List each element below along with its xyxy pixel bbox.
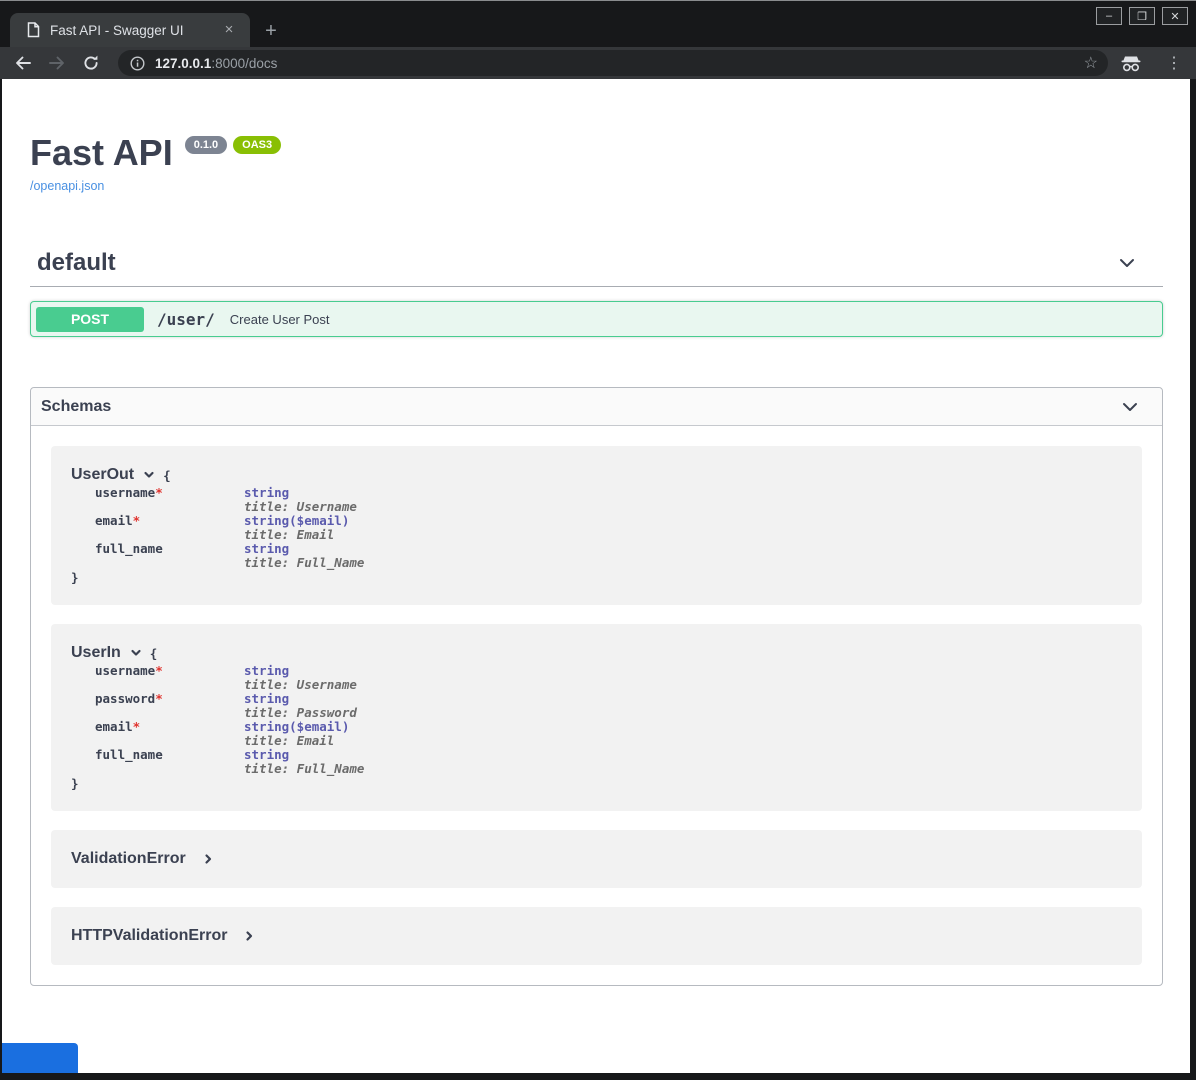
browser-menu-icon[interactable]: ⋮ [1162, 53, 1186, 73]
required-star: * [155, 663, 163, 678]
model-name[interactable]: HTTPValidationError [71, 927, 227, 945]
property-title: title: Full_Name [244, 556, 364, 570]
bookmark-star-icon[interactable]: ☆ [1084, 53, 1098, 73]
post-method-badge: POST [36, 307, 144, 332]
collapse-chevron-icon[interactable] [143, 469, 155, 481]
api-info-section: Fast API 0.1.0 OAS3 /openapi.json [30, 79, 1163, 195]
required-star: * [155, 485, 163, 500]
chevron-down-icon[interactable] [1120, 397, 1140, 417]
api-title: Fast API [30, 133, 173, 173]
schemas-title: Schemas [41, 398, 111, 416]
operation-summary: Create User Post [230, 312, 330, 327]
property-type: string($email) [244, 720, 349, 734]
version-badge: 0.1.0 [185, 136, 227, 154]
window-maximize-button[interactable]: ❒ [1129, 7, 1155, 25]
reload-icon[interactable] [78, 50, 104, 76]
property-title: title: Email [244, 528, 349, 542]
required-star: * [155, 691, 163, 706]
property-name: username [95, 663, 155, 678]
close-brace: } [71, 570, 1122, 585]
url-host: 127.0.0.1 [155, 56, 211, 71]
page-favicon-icon [27, 22, 40, 38]
property-type: string [244, 486, 357, 500]
url-text[interactable]: 127.0.0.1:8000/docs [155, 56, 1084, 71]
property-row: email* string($email) title: Email [95, 514, 1122, 542]
default-tag-row[interactable]: default [30, 249, 1163, 277]
collapse-chevron-icon[interactable] [130, 647, 142, 659]
property-title: title: Password [244, 706, 357, 720]
post-user-operation[interactable]: POST /user/ Create User Post [30, 301, 1163, 337]
property-row: username* string title: Username [95, 486, 1122, 514]
operation-path: /user/ [157, 310, 215, 329]
close-brace: } [71, 776, 1122, 791]
schemas-header[interactable]: Schemas [31, 388, 1162, 426]
expand-chevron-icon[interactable] [243, 930, 255, 942]
open-brace: { [150, 646, 158, 661]
tab-fast-api-swagger[interactable]: Fast API - Swagger UI × [10, 13, 250, 47]
default-tag-section: default POST /user/ Create User Post [30, 249, 1163, 337]
property-row: username* string title: Username [95, 664, 1122, 692]
open-brace: { [163, 468, 171, 483]
model-name[interactable]: UserIn [71, 644, 121, 662]
status-bubble [2, 1043, 78, 1073]
property-name: full_name [95, 541, 163, 556]
swagger-ui-page: Fast API 0.1.0 OAS3 /openapi.json defaul… [2, 79, 1190, 1073]
oas3-badge: OAS3 [233, 136, 281, 154]
property-title: title: Username [244, 500, 357, 514]
property-type: string [244, 664, 357, 678]
property-title: title: Full_Name [244, 762, 364, 776]
model-userout: UserOut { username* [51, 446, 1142, 605]
property-title: title: Username [244, 678, 357, 692]
model-name[interactable]: ValidationError [71, 850, 186, 868]
tab-title: Fast API - Swagger UI [50, 23, 220, 38]
property-type: string [244, 748, 364, 762]
url-path: :8000/docs [211, 56, 277, 71]
required-star: * [133, 513, 141, 528]
property-type: string($email) [244, 514, 349, 528]
new-tab-button[interactable]: + [258, 18, 284, 44]
chevron-down-icon[interactable] [1117, 253, 1137, 273]
tab-strip: Fast API - Swagger UI × + – ❒ ✕ [0, 2, 1196, 47]
incognito-icon [1118, 50, 1144, 76]
required-star: * [133, 719, 141, 734]
property-name: password [95, 691, 155, 706]
property-name: username [95, 485, 155, 500]
schemas-section: Schemas UserOut [30, 387, 1163, 986]
tag-title: default [37, 249, 116, 277]
page-info-icon[interactable] [130, 56, 145, 71]
property-name: email [95, 513, 133, 528]
forward-icon[interactable] [44, 50, 70, 76]
tag-divider [30, 286, 1163, 287]
window-minimize-button[interactable]: – [1096, 7, 1122, 25]
browser-toolbar: 127.0.0.1:8000/docs ☆ ⋮ [0, 47, 1196, 79]
back-icon[interactable] [10, 50, 36, 76]
model-name[interactable]: UserOut [71, 466, 134, 484]
model-httpvalidationerror[interactable]: HTTPValidationError [51, 907, 1142, 965]
openapi-json-link[interactable]: /openapi.json [30, 179, 104, 193]
window-close-button[interactable]: ✕ [1162, 7, 1188, 25]
property-row: email* string($email) title: Email [95, 720, 1122, 748]
browser-window: Fast API - Swagger UI × + – ❒ ✕ [0, 0, 1196, 1080]
property-name: full_name [95, 747, 163, 762]
model-userin: UserIn { username* [51, 624, 1142, 811]
property-title: title: Email [244, 734, 349, 748]
property-type: string [244, 542, 364, 556]
property-row: password* string title: Password [95, 692, 1122, 720]
expand-chevron-icon[interactable] [202, 853, 214, 865]
url-bar[interactable]: 127.0.0.1:8000/docs ☆ [118, 50, 1108, 76]
property-type: string [244, 692, 357, 706]
property-row: full_name string title: Full_Name [95, 748, 1122, 776]
property-name: email [95, 719, 133, 734]
tab-close-icon[interactable]: × [220, 21, 238, 39]
property-row: full_name string title: Full_Name [95, 542, 1122, 570]
model-validationerror[interactable]: ValidationError [51, 830, 1142, 888]
window-controls: – ❒ ✕ [1096, 7, 1188, 25]
